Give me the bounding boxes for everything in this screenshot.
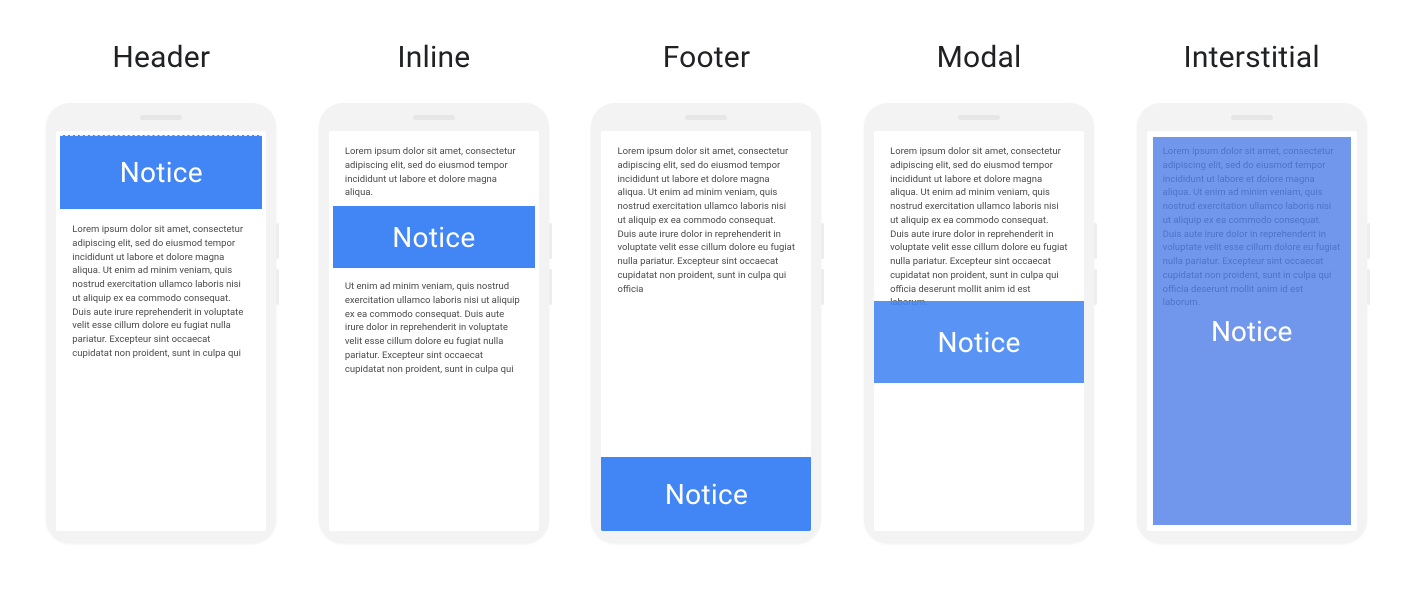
notice-label: Notice <box>937 326 1020 359</box>
variant-modal: Modal Lorem ipsum dolor sit amet, consec… <box>849 40 1109 543</box>
notice-label: Notice <box>1211 315 1292 348</box>
body-text-bottom: Ut enim ad minim veniam, quis nostrud ex… <box>329 270 539 390</box>
body-text: Lorem ipsum dolor sit amet, consectetur … <box>56 209 266 375</box>
phone-screen: Lorem ipsum dolor sit amet, consectetur … <box>1147 131 1357 531</box>
notice-banner-footer: Notice <box>601 457 811 531</box>
body-text-top: Lorem ipsum dolor sit amet, consectetur … <box>329 131 539 204</box>
phone-screen: Notice Lorem ipsum dolor sit amet, conse… <box>56 131 266 531</box>
variant-title: Header <box>112 40 210 75</box>
body-text: Lorem ipsum dolor sit amet, consectetur … <box>874 131 1084 324</box>
phone-mockup: Lorem ipsum dolor sit amet, consectetur … <box>591 103 821 543</box>
phone-screen: Lorem ipsum dolor sit amet, consectetur … <box>601 131 811 531</box>
variant-interstitial: Interstitial Lorem ipsum dolor sit amet,… <box>1122 40 1382 543</box>
variant-title: Footer <box>663 40 751 75</box>
variant-title: Modal <box>937 40 1022 75</box>
notice-placement-diagram: Header Notice Lorem ipsum dolor sit amet… <box>0 0 1413 573</box>
phone-mockup: Lorem ipsum dolor sit amet, consectetur … <box>319 103 549 543</box>
body-text: Lorem ipsum dolor sit amet, consectetur … <box>601 131 811 296</box>
variant-footer: Footer Lorem ipsum dolor sit amet, conse… <box>576 40 836 543</box>
phone-mockup: Notice Lorem ipsum dolor sit amet, conse… <box>46 103 276 543</box>
notice-label: Notice <box>392 221 475 254</box>
phone-mockup: Lorem ipsum dolor sit amet, consectetur … <box>864 103 1094 543</box>
notice-overlay-interstitial: Notice <box>1153 137 1351 525</box>
notice-banner-inline: Notice <box>333 206 535 268</box>
notice-label: Notice <box>120 156 203 189</box>
variant-title: Interstitial <box>1184 40 1320 75</box>
notice-banner-header: Notice <box>60 135 262 209</box>
phone-screen: Lorem ipsum dolor sit amet, consectetur … <box>874 131 1084 531</box>
phone-screen: Lorem ipsum dolor sit amet, consectetur … <box>329 131 539 531</box>
notice-label: Notice <box>665 478 748 511</box>
phone-mockup: Lorem ipsum dolor sit amet, consectetur … <box>1137 103 1367 543</box>
variant-inline: Inline Lorem ipsum dolor sit amet, conse… <box>304 40 564 543</box>
variant-header: Header Notice Lorem ipsum dolor sit amet… <box>31 40 291 543</box>
notice-banner-modal: Notice <box>874 301 1084 383</box>
variant-title: Inline <box>397 40 470 75</box>
